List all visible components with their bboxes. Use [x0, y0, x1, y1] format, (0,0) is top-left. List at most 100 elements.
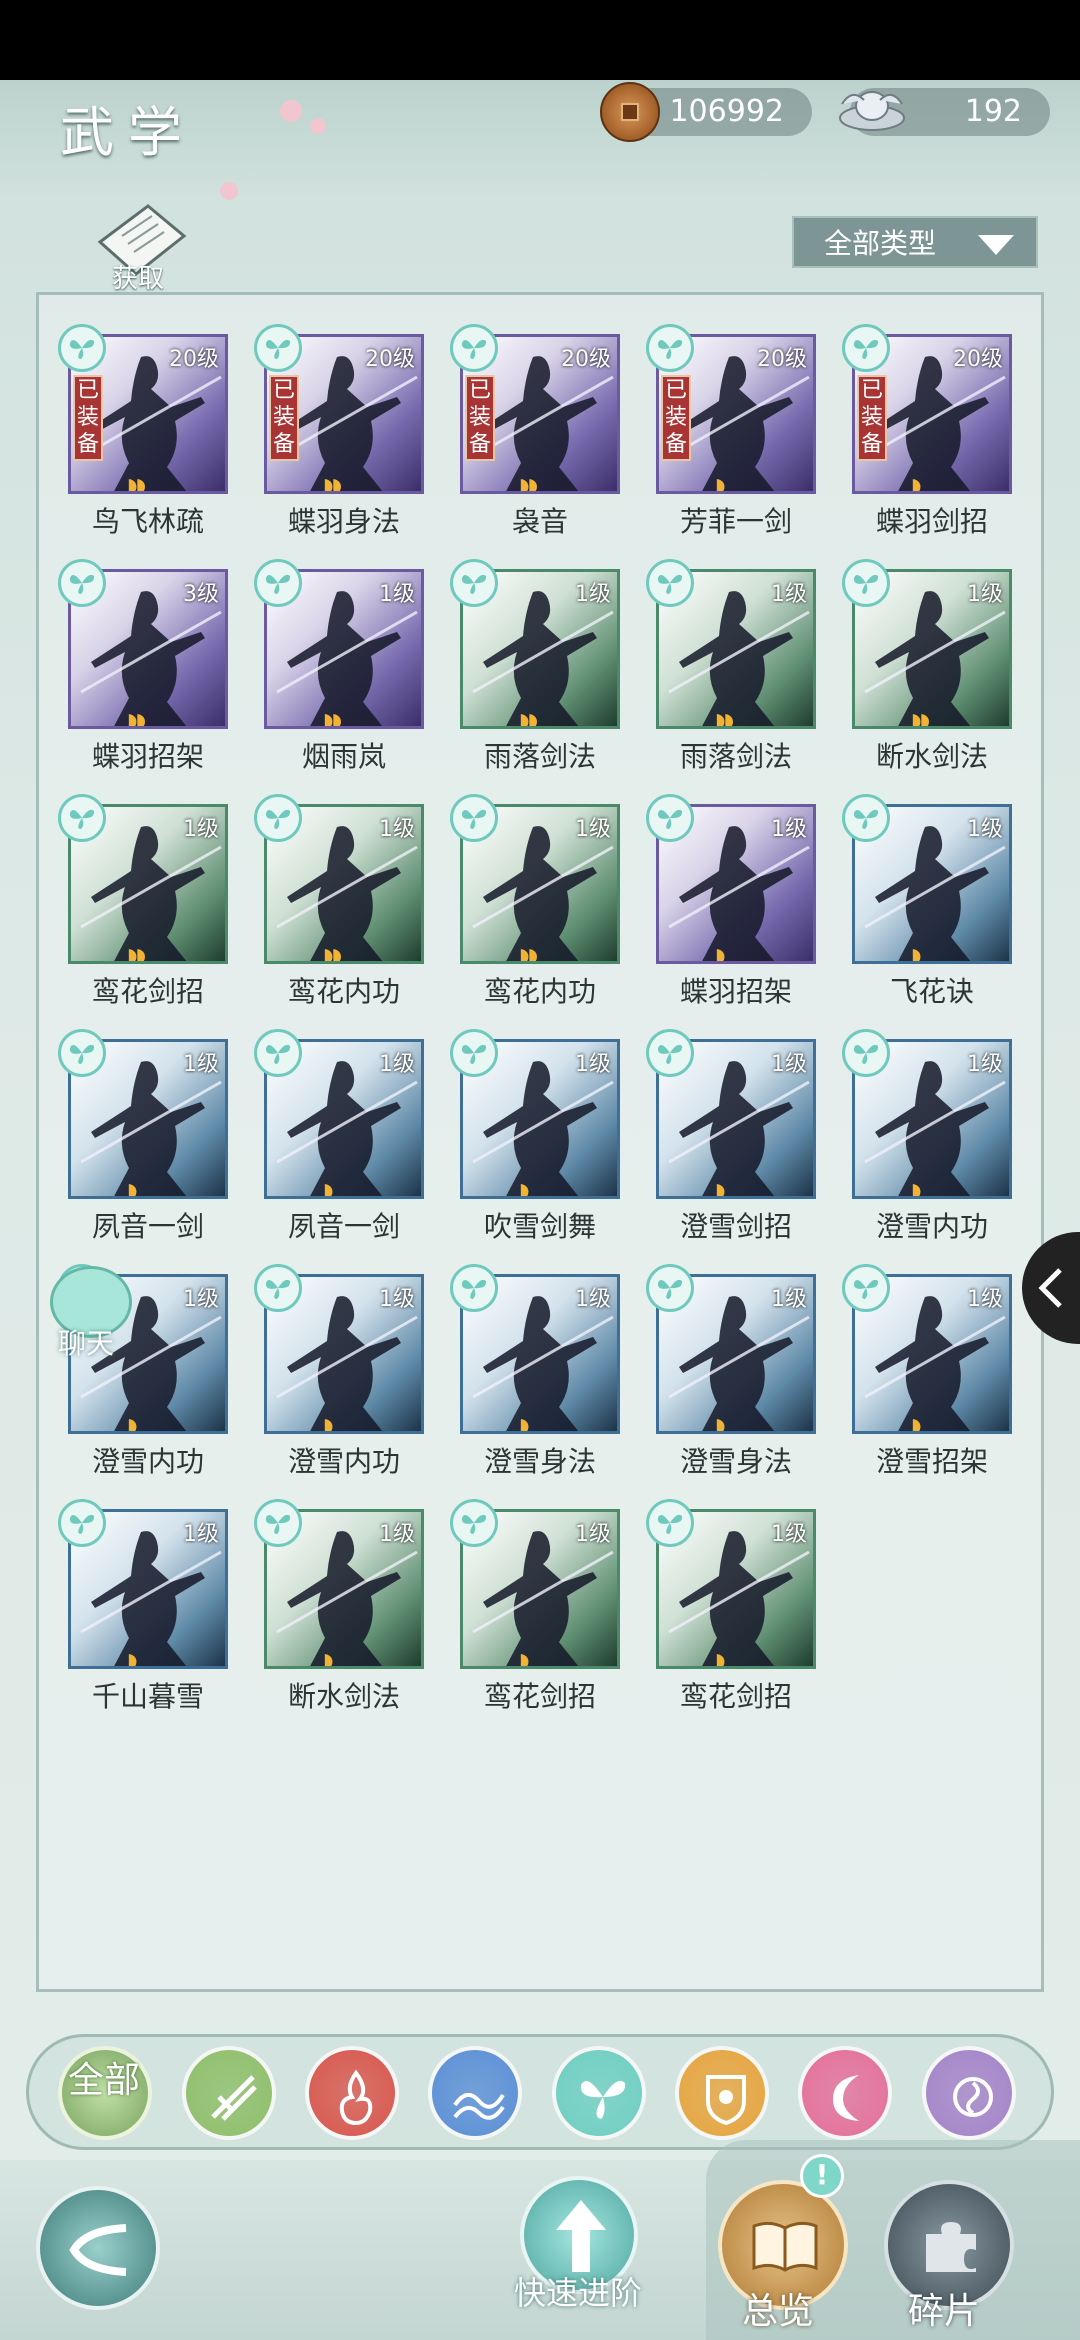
skill-name: 飞花诀	[889, 975, 974, 1008]
butterfly-sect-badge-icon	[450, 1499, 498, 1547]
skill-level: 1级	[771, 1287, 807, 1312]
skill-tile[interactable]: 1级 ◗◗ 雨落剑法	[646, 559, 820, 775]
skill-tile[interactable]: 1级 ◗◗ 鸾花内功	[450, 794, 624, 1010]
rank-flame-icon: ◗	[715, 1648, 725, 1669]
category-bamboo-sect-button[interactable]	[182, 2046, 276, 2140]
skill-tile[interactable]: 1级 ◗ 千山暮雪	[58, 1499, 232, 1715]
skill-name: 澄雪内功	[287, 1445, 400, 1478]
skill-name: 澄雪内功	[875, 1210, 988, 1243]
skill-tile[interactable]: 20级 已装备 ◗ 蝶羽剑招	[842, 324, 1016, 540]
skill-level: 1级	[575, 817, 611, 842]
skill-tile[interactable]: 1级 ◗ 夙音一剑	[58, 1029, 232, 1245]
category-wave-sect-button[interactable]	[428, 2046, 522, 2140]
skill-level: 1级	[575, 1522, 611, 1547]
skill-tile[interactable]: 20级 已装备 ◗◗ 袅音	[450, 324, 624, 540]
skill-tile[interactable]: 1级 ◗ 澄雪身法	[646, 1264, 820, 1480]
skill-tile[interactable]: 20级 已装备 ◗ 芳菲一剑	[646, 324, 820, 540]
skill-tile[interactable]: 1级 ◗ 蝶羽招架	[646, 794, 820, 1010]
skill-name: 芳菲一剑	[679, 505, 792, 538]
rank-flame-icon: ◗◗	[323, 943, 342, 964]
skill-tile[interactable]: 1级 ◗ 鸾花剑招	[646, 1499, 820, 1715]
butterfly-sect-badge-icon	[58, 1029, 106, 1077]
skill-tile[interactable]: 1级 ◗ 飞花诀	[842, 794, 1016, 1010]
butterfly-sect-badge-icon	[58, 324, 106, 372]
overview-label[interactable]: 总览	[742, 2282, 814, 2334]
skill-tile[interactable]: 1级 ◗ 夙音一剑	[254, 1029, 428, 1245]
butterfly-sect-badge-icon	[646, 794, 694, 842]
skill-tile[interactable]: 1级 ◗ 吹雪剑舞	[450, 1029, 624, 1245]
equipped-tag: 已装备	[73, 375, 103, 461]
skill-tile[interactable]: 1级 ◗ 澄雪剑招	[646, 1029, 820, 1245]
skill-tile[interactable]: 1级 ◗◗ 断水剑法	[842, 559, 1016, 775]
rank-flame-icon: ◗◗	[519, 943, 538, 964]
skill-name: 鸾花剑招	[91, 975, 204, 1008]
skill-level: 1级	[967, 1287, 1003, 1312]
skill-tile[interactable]: 1级 ◗◗ 鸾花剑招	[58, 794, 232, 1010]
skill-level: 1级	[967, 582, 1003, 607]
butterfly-sect-badge-icon	[58, 559, 106, 607]
skill-tile[interactable]: 1级 ◗ 澄雪招架	[842, 1264, 1016, 1480]
rank-flame-icon: ◗	[519, 1178, 529, 1199]
category-all-label: 全部	[68, 2060, 141, 2101]
skill-name: 夙音一剑	[287, 1210, 400, 1243]
skill-name: 澄雪身法	[483, 1445, 596, 1478]
skill-level: 1级	[967, 1052, 1003, 1077]
skill-tile[interactable]: 1级 ◗ 断水剑法	[254, 1499, 428, 1715]
get-label[interactable]: 获取	[112, 258, 164, 295]
skill-level: 1级	[183, 817, 219, 842]
chevron-down-icon	[978, 235, 1014, 255]
back-button[interactable]	[36, 2186, 160, 2310]
chat-label: 聊天	[58, 1327, 115, 1360]
category-shield-sect-button[interactable]	[675, 2046, 769, 2140]
butterfly-sect-badge-icon	[254, 559, 302, 607]
category-moon-sect-button[interactable]	[798, 2046, 892, 2140]
category-flame-sect-button[interactable]	[305, 2046, 399, 2140]
chat-button[interactable]: 聊天	[42, 1266, 132, 1376]
copper-coin-icon	[600, 82, 660, 142]
butterfly-sect-badge-icon	[254, 1499, 302, 1547]
category-butterfly-sect-button[interactable]	[552, 2046, 646, 2140]
skill-name: 断水剑法	[875, 740, 988, 773]
skill-tile[interactable]: 20级 已装备 ◗◗ 鸟飞林疏	[58, 324, 232, 540]
butterfly-sect-icon	[580, 2080, 626, 2119]
skill-level: 1级	[771, 817, 807, 842]
skill-tile[interactable]: 1级 ◗◗ 鸾花内功	[254, 794, 428, 1010]
skill-name: 夙音一剑	[91, 1210, 204, 1243]
rank-flame-icon: ◗	[911, 1413, 921, 1434]
skill-tile[interactable]: 1级 ◗ 澄雪身法	[450, 1264, 624, 1480]
skill-level: 1级	[183, 1522, 219, 1547]
category-all-button[interactable]: 全部	[58, 2046, 152, 2140]
skill-level: 1级	[575, 1287, 611, 1312]
skill-tile[interactable]: 1级 ◗ 鸾花剑招	[450, 1499, 624, 1715]
butterfly-sect-badge-icon	[842, 1029, 890, 1077]
skill-tile[interactable]: 1级 ◗ 澄雪内功	[254, 1264, 428, 1480]
skill-tile[interactable]: 1级 ◗◗ 雨落剑法	[450, 559, 624, 775]
rose-sect-icon	[953, 2077, 993, 2117]
skill-level: 1级	[575, 582, 611, 607]
rank-flame-icon: ◗	[127, 1648, 137, 1669]
skill-level: 1级	[379, 1522, 415, 1547]
skill-tile[interactable]: 20级 已装备 ◗◗ 蝶羽身法	[254, 324, 428, 540]
back-arrow-icon	[69, 2224, 127, 2276]
skill-name: 鸾花内功	[287, 975, 400, 1008]
rank-flame-icon: ◗	[911, 943, 921, 964]
rank-flame-icon: ◗	[715, 473, 725, 494]
status-bar	[0, 0, 1080, 80]
skill-tile[interactable]: 1级 ◗◗ 烟雨岚	[254, 559, 428, 775]
rank-flame-icon: ◗	[127, 1178, 137, 1199]
skill-name: 袅音	[511, 505, 568, 538]
skill-level: 20级	[953, 347, 1003, 372]
skill-level: 20级	[365, 347, 415, 372]
skill-tile[interactable]: 3级 ◗◗ 蝶羽招架	[58, 559, 232, 775]
rank-flame-icon: ◗	[715, 1413, 725, 1434]
fragments-label[interactable]: 碎片	[908, 2282, 980, 2334]
butterfly-sect-badge-icon	[450, 324, 498, 372]
category-rose-sect-button[interactable]	[922, 2046, 1016, 2140]
skill-tile[interactable]: 1级 ◗ 澄雪内功	[842, 1029, 1016, 1245]
type-filter-dropdown[interactable]: 全部类型	[792, 216, 1038, 268]
skill-name: 蝶羽招架	[679, 975, 792, 1008]
butterfly-sect-badge-icon	[254, 1029, 302, 1077]
skill-name: 断水剑法	[287, 1680, 400, 1713]
quick-advance-label[interactable]: 快速进阶	[514, 2268, 642, 2314]
butterfly-sect-badge-icon	[450, 1264, 498, 1312]
